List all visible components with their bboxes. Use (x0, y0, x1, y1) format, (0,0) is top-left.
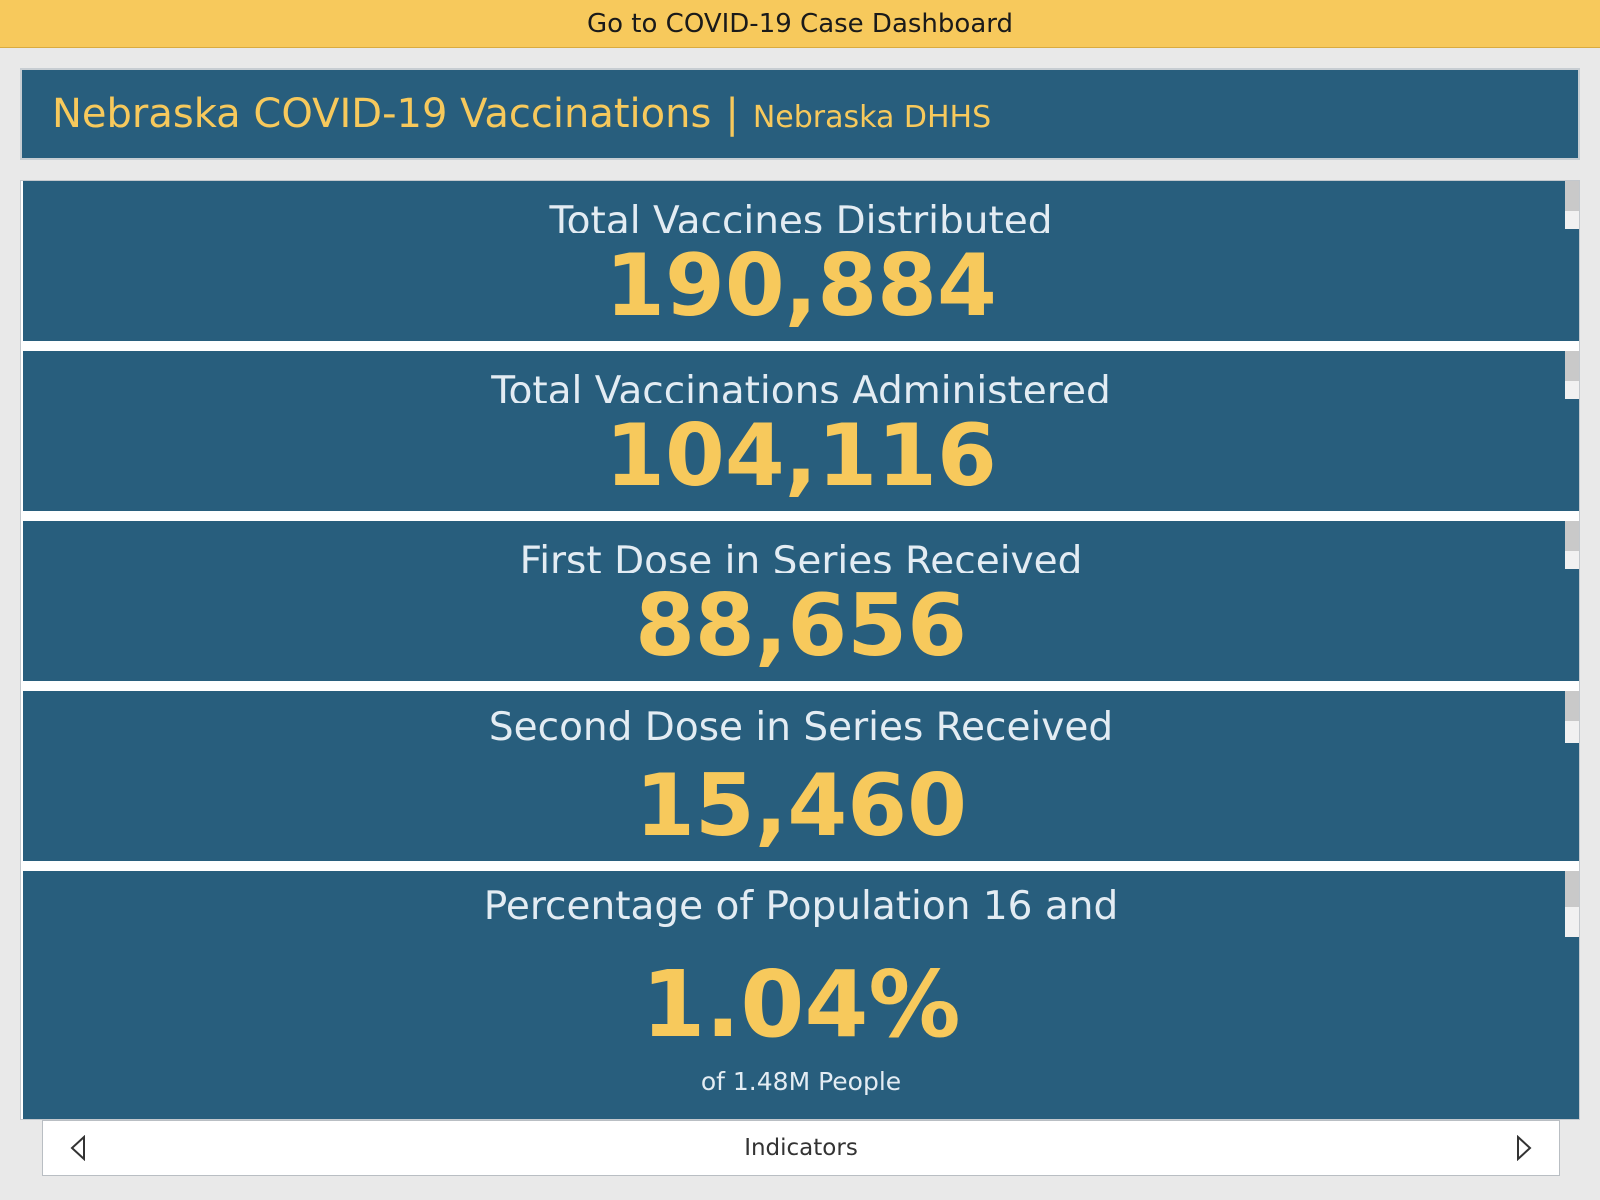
indicator-value: 190,884 (605, 236, 997, 336)
case-dashboard-link-label: Go to COVID-19 Case Dashboard (586, 8, 1013, 39)
title-separator: | (725, 91, 739, 137)
card-scrollbar[interactable] (1565, 521, 1579, 569)
indicator-label: Total Vaccinations Administered (491, 369, 1111, 403)
indicator-value: 1.04% (641, 951, 961, 1058)
caret-left-icon (70, 1135, 85, 1161)
indicator-value: 15,460 (635, 756, 967, 856)
page-title: Nebraska COVID-19 Vaccinations (52, 91, 712, 137)
indicator-value: 88,656 (635, 576, 967, 676)
indicators-footer: Indicators (42, 1120, 1560, 1176)
indicator-label: Second Dose in Series Received (488, 705, 1114, 750)
card-scrollbar[interactable] (1565, 691, 1579, 743)
indicator-label: First Dose in Series Received (519, 539, 1083, 573)
indicator-card-second-dose: Second Dose in Series Received 15,460 (23, 691, 1579, 861)
footer-label: Indicators (744, 1135, 858, 1161)
indicator-card-vaccines-distributed: Total Vaccines Distributed 190,884 (23, 181, 1579, 341)
indicator-card-population-percentage: Percentage of Population 16 and 1.04% of… (23, 871, 1579, 1119)
indicators-panel: Total Vaccines Distributed 190,884 Total… (20, 180, 1580, 1120)
case-dashboard-link[interactable]: Go to COVID-19 Case Dashboard (0, 0, 1600, 48)
next-indicator-button[interactable] (1513, 1133, 1535, 1163)
caret-right-icon (1517, 1135, 1532, 1161)
card-scrollbar[interactable] (1565, 351, 1579, 399)
indicator-card-first-dose: First Dose in Series Received 88,656 (23, 521, 1579, 681)
card-scrollbar[interactable] (1565, 871, 1579, 937)
indicator-card-vaccinations-administered: Total Vaccinations Administered 104,116 (23, 351, 1579, 511)
previous-indicator-button[interactable] (67, 1133, 89, 1163)
indicator-label: Percentage of Population 16 and (483, 884, 1119, 929)
organization-name: Nebraska DHHS (752, 99, 992, 135)
dashboard-header: Nebraska COVID-19 Vaccinations | Nebrask… (20, 68, 1580, 160)
indicator-subtext: of 1.48M People (700, 1067, 902, 1096)
indicator-value: 104,116 (605, 406, 997, 506)
card-scrollbar[interactable] (1565, 181, 1579, 229)
indicator-label: Total Vaccines Distributed (549, 199, 1053, 233)
